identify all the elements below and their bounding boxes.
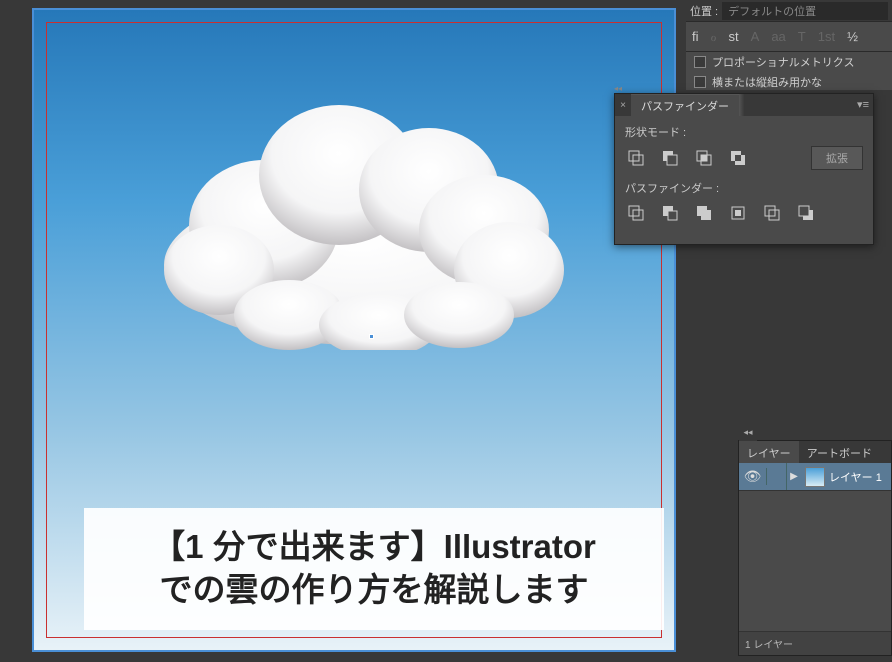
- shape-mode-label: 形状モード :: [625, 124, 863, 140]
- layer-thumbnail: [805, 467, 825, 487]
- opentype-feature-bar: fi ℴ st A aa T 1st ½: [686, 22, 892, 52]
- artboard[interactable]: 【1 分で出来ます】Illustrator での雲の作り方を解説します: [32, 8, 676, 652]
- title-overlay: 【1 分で出来ます】Illustrator での雲の作り方を解説します: [84, 508, 664, 630]
- trim-icon[interactable]: [659, 202, 681, 224]
- shape-mode-row: 拡張: [625, 146, 863, 170]
- minus-back-icon[interactable]: [795, 202, 817, 224]
- tab-pathfinder[interactable]: パスファインダー: [631, 94, 739, 117]
- layer-name[interactable]: レイヤー 1: [829, 469, 882, 485]
- visibility-icon[interactable]: 👁: [739, 468, 767, 485]
- tab-bar-filler: [739, 94, 873, 116]
- merge-icon[interactable]: [693, 202, 715, 224]
- fractions-icon[interactable]: ½: [847, 29, 858, 44]
- divide-icon[interactable]: [625, 202, 647, 224]
- kana-direction-label: 横または縦組み用かな: [712, 74, 822, 90]
- stylistic-alt-icon[interactable]: A: [751, 29, 760, 44]
- intersect-icon[interactable]: [693, 147, 715, 169]
- pathfinder-ops-row: [625, 202, 863, 224]
- selection-anchor[interactable]: [369, 334, 374, 339]
- exclude-icon[interactable]: [727, 147, 749, 169]
- titling-alt-icon[interactable]: aa: [771, 29, 785, 44]
- tab-artboard[interactable]: アートボード: [799, 441, 880, 463]
- unite-icon[interactable]: [625, 147, 647, 169]
- layers-tab-bar: レイヤー アートボード: [739, 441, 891, 463]
- kana-direction-row[interactable]: 横または縦組み用かな: [686, 72, 892, 92]
- cloud-shape[interactable]: [149, 90, 569, 350]
- minus-front-icon[interactable]: [659, 147, 681, 169]
- close-icon[interactable]: ×: [615, 100, 631, 111]
- layer-count: 1 レイヤー: [745, 636, 793, 651]
- layer-row[interactable]: 👁 ▶ レイヤー 1: [739, 463, 891, 491]
- position-row: 位置 : デフォルトの位置: [686, 0, 892, 22]
- position-dropdown[interactable]: デフォルトの位置: [722, 2, 888, 20]
- ordinal-1st-icon[interactable]: 1st: [818, 29, 835, 44]
- layers-panel: ◂◂ レイヤー アートボード 👁 ▶ レイヤー 1 1 レイヤー: [738, 440, 892, 656]
- proportional-metrics-row[interactable]: プロポーショナルメトリクス: [686, 52, 892, 72]
- pathfinder-panel: × パスファインダー ▾≡ 形状モード : 拡張 パスファインダー :: [614, 93, 874, 245]
- proportional-metrics-label: プロポーショナルメトリクス: [712, 54, 854, 70]
- tab-layers[interactable]: レイヤー: [739, 441, 799, 463]
- expand-triangle-icon[interactable]: ▶: [787, 471, 801, 482]
- checkbox-icon[interactable]: [694, 76, 706, 88]
- panel-menu-icon[interactable]: ▾≡: [857, 98, 869, 111]
- ordinals-icon[interactable]: T: [798, 29, 806, 44]
- title-line-1: 【1 分で出来ます】Illustrator: [94, 526, 654, 569]
- pathfinder-ops-label: パスファインダー :: [625, 180, 863, 196]
- collapse-icon[interactable]: ◂◂: [739, 423, 757, 441]
- layers-empty-area: [739, 491, 891, 631]
- checkbox-icon[interactable]: [694, 56, 706, 68]
- position-label: 位置 :: [690, 3, 718, 19]
- ligature-st-icon[interactable]: st: [729, 29, 739, 44]
- outline-icon[interactable]: [761, 202, 783, 224]
- layers-footer: 1 レイヤー: [739, 631, 891, 655]
- opentype-panel: 位置 : デフォルトの位置 fi ℴ st A aa T 1st ½ プロポーシ…: [686, 0, 892, 90]
- expand-button[interactable]: 拡張: [811, 146, 863, 170]
- title-line-2: での雲の作り方を解説します: [94, 569, 654, 612]
- panel-tab-bar[interactable]: × パスファインダー ▾≡: [615, 94, 873, 116]
- swash-icon[interactable]: ℴ: [711, 29, 717, 45]
- panel-collapse-grip[interactable]: ◂◂: [614, 84, 622, 93]
- crop-icon[interactable]: [727, 202, 749, 224]
- lock-column[interactable]: [767, 463, 787, 490]
- ligature-fi-icon[interactable]: fi: [692, 29, 699, 44]
